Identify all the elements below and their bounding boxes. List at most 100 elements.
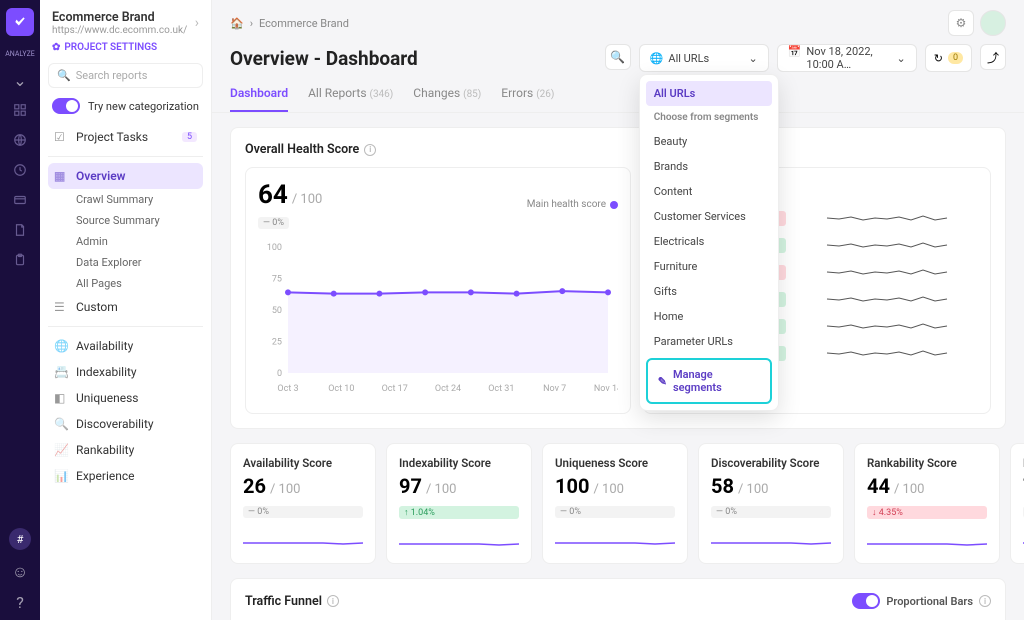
pencil-icon: ✎ <box>658 375 667 388</box>
dropdown-item[interactable]: Gifts <box>646 279 772 304</box>
crumb-item[interactable]: Ecommerce Brand <box>259 17 349 30</box>
cat-icon: 📈 <box>54 443 68 457</box>
dropdown-item[interactable]: Parameter URLs <box>646 329 772 354</box>
dropdown-item[interactable]: Home <box>646 304 772 329</box>
dropdown-item[interactable]: Electricals <box>646 229 772 254</box>
clock-icon[interactable] <box>12 162 28 178</box>
svg-text:75: 75 <box>272 275 282 285</box>
clipboard-icon[interactable] <box>12 252 28 268</box>
cat-icon: 🔍 <box>54 417 68 431</box>
sidebar-cat[interactable]: 📈Rankability <box>48 437 203 463</box>
brand-name: Ecommerce Brand <box>52 10 187 25</box>
sidebar: Ecommerce Brand https://www.dc.ecomm.co.… <box>40 0 212 620</box>
sidebar-subitem[interactable]: Source Summary <box>48 210 203 231</box>
brand-url: https://www.dc.ecomm.co.uk/ <box>52 25 187 36</box>
page-title: Overview - Dashboard <box>230 47 418 70</box>
help-icon[interactable]: ? <box>12 594 28 610</box>
info-icon[interactable]: i <box>364 144 376 156</box>
date-picker[interactable]: 📅Nov 18, 2022, 10:00 A… ⌄ <box>777 44 917 72</box>
sidebar-tasks[interactable]: ☑Project Tasks 5 <box>48 124 203 150</box>
card-title: Overall Health Score <box>245 142 359 157</box>
traffic-funnel-card: Traffic Funnel i Proportional Bars i 🔍 J… <box>230 578 1006 620</box>
sidebar-subitem[interactable]: All Pages <box>48 273 203 294</box>
categorization-toggle-row[interactable]: Try new categorization <box>52 98 199 114</box>
gear-icon: ✿ <box>52 42 60 53</box>
toggle-switch[interactable] <box>52 98 80 114</box>
cat-icon: ◧ <box>54 391 68 405</box>
overall-score: 64 <box>258 180 288 210</box>
tasks-icon: ☑ <box>54 130 68 144</box>
svg-text:Nov 7: Nov 7 <box>543 384 566 394</box>
svg-text:Oct 3: Oct 3 <box>277 384 298 394</box>
sidebar-cat[interactable]: 📇Indexability <box>48 359 203 385</box>
tab[interactable]: Changes (85) <box>413 86 481 112</box>
search-icon: 🔍 <box>57 69 71 82</box>
sidebar-cat[interactable]: 📊Experience <box>48 463 203 489</box>
chevron-down-icon: ⌄ <box>897 52 906 65</box>
info-icon[interactable]: i <box>327 595 339 607</box>
calendar-icon: 📅 <box>788 45 802 71</box>
chevron-down-icon[interactable]: ⌄ <box>12 72 28 88</box>
url-filter-dropdown[interactable]: 🌐All URLs ⌄ <box>639 44 769 72</box>
expand-icon[interactable]: › <box>195 15 199 31</box>
sidebar-custom[interactable]: ☰Custom <box>48 294 203 320</box>
info-icon[interactable]: i <box>979 595 991 607</box>
segments-dropdown: All URLs Choose from segments BeautyBran… <box>639 74 779 411</box>
main-content: 🏠 › Ecommerce Brand ⚙ Overview - Dashboa… <box>212 0 1024 620</box>
settings-button[interactable]: ⚙ <box>948 10 974 36</box>
file-icon[interactable] <box>12 222 28 238</box>
svg-text:Oct 24: Oct 24 <box>435 384 461 394</box>
tab[interactable]: Dashboard <box>230 86 288 112</box>
grid-icon: ▦ <box>54 169 68 183</box>
tasks-count: 5 <box>182 132 197 142</box>
sidebar-subitem[interactable]: Crawl Summary <box>48 189 203 210</box>
globe-icon[interactable] <box>12 132 28 148</box>
dropdown-item[interactable]: Brands <box>646 154 772 179</box>
score-cards-row: Availability Score26 / 100— 0%Indexabili… <box>230 443 1006 564</box>
nav-rail: ANALYZE ⌄ # ☺ ? <box>0 0 40 620</box>
card-icon[interactable] <box>12 192 28 208</box>
toggle-switch[interactable] <box>852 593 880 609</box>
emoji-icon[interactable]: ☺ <box>12 564 28 580</box>
dropdown-item[interactable]: Beauty <box>646 129 772 154</box>
cat-icon: 📊 <box>54 469 68 483</box>
cat-icon: 🌐 <box>54 339 68 353</box>
overall-health-card: Overall Health Score i 64 / 100 — 0% Mai… <box>230 127 1006 429</box>
score-card: Experience Score79 / 100— 0% <box>1010 443 1024 564</box>
legend-dot <box>610 201 618 209</box>
proportional-bars-toggle[interactable]: Proportional Bars i <box>852 593 991 609</box>
search-input[interactable]: 🔍 Search reports <box>48 63 203 88</box>
svg-text:Nov 14: Nov 14 <box>594 384 618 394</box>
globe-icon: 🌐 <box>650 52 664 65</box>
dropdown-item-all[interactable]: All URLs <box>646 81 772 106</box>
app-logo[interactable] <box>6 8 34 36</box>
tab[interactable]: All Reports (346) <box>308 86 393 112</box>
overall-delta: — 0% <box>258 217 289 229</box>
dropdown-item[interactable]: Customer Services <box>646 204 772 229</box>
grid-icon[interactable] <box>12 102 28 118</box>
refresh-button[interactable]: ↻ 0 <box>925 44 972 72</box>
share-button[interactable]: ⤴ <box>980 44 1006 70</box>
search-button[interactable]: 🔍 <box>605 44 631 70</box>
home-icon[interactable]: 🏠 <box>230 17 244 30</box>
tab[interactable]: Errors (26) <box>501 86 554 112</box>
svg-text:50: 50 <box>272 306 282 316</box>
sidebar-cat[interactable]: 🌐Availability <box>48 333 203 359</box>
chevron-down-icon: ⌄ <box>749 52 758 65</box>
sidebar-subitem[interactable]: Data Explorer <box>48 252 203 273</box>
manage-segments-button[interactable]: ✎ Manage segments <box>646 358 772 404</box>
rail-badge[interactable]: # <box>9 528 31 550</box>
dropdown-item[interactable]: Content <box>646 179 772 204</box>
dropdown-section-label: Choose from segments <box>646 106 772 129</box>
tabs: Dashboard All Reports (346) Changes (85) E… <box>212 72 1024 113</box>
sidebar-subitem[interactable]: Admin <box>48 231 203 252</box>
score-card: Rankability Score44 / 100↓ 4.35% <box>854 443 1000 564</box>
project-settings-link[interactable]: ✿ PROJECT SETTINGS <box>52 42 199 53</box>
health-chart: 0255075100Oct 3Oct 10Oct 17Oct 24Oct 31N… <box>258 237 618 397</box>
sidebar-cat[interactable]: ◧Uniqueness <box>48 385 203 411</box>
dropdown-item[interactable]: Furniture <box>646 254 772 279</box>
rail-label: ANALYZE <box>5 50 35 58</box>
avatar[interactable] <box>980 10 1006 36</box>
sidebar-cat[interactable]: 🔍Discoverability <box>48 411 203 437</box>
sidebar-overview[interactable]: ▦Overview <box>48 163 203 189</box>
